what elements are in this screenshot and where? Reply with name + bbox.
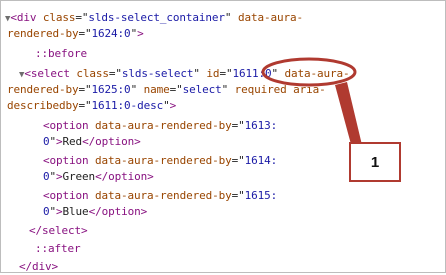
callout-number: 1	[370, 153, 380, 171]
callout-annotation	[261, 57, 362, 148]
callout-pointer	[335, 82, 362, 148]
highlight-ellipse	[261, 57, 357, 87]
callout-number-box: 1	[349, 142, 401, 182]
